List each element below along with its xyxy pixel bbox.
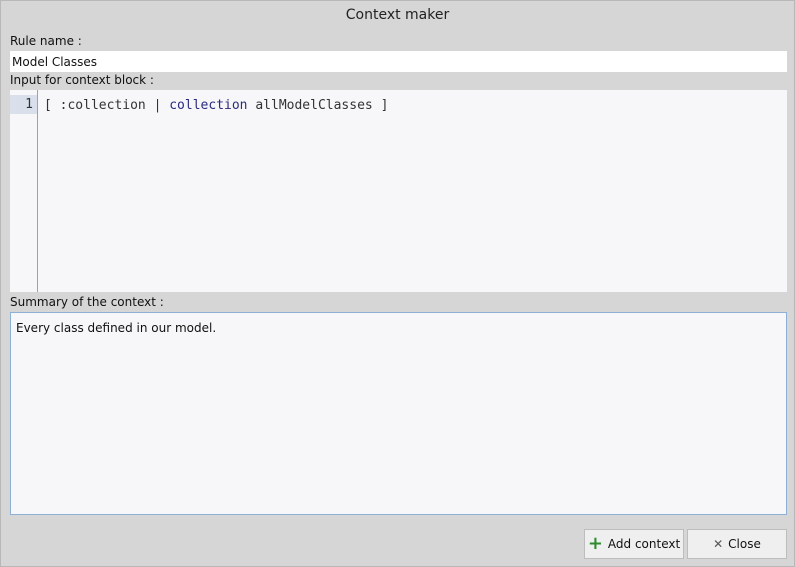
code-token-message: allModelClasses ]	[247, 98, 389, 113]
code-area[interactable]: [ :collection | collection allModelClass…	[38, 90, 787, 292]
plus-icon: +	[587, 533, 603, 554]
summary-label: Summary of the context :	[10, 295, 164, 309]
line-number-gutter: 1	[10, 90, 38, 292]
close-icon: ✕	[713, 537, 724, 551]
window-title: Context maker	[345, 7, 450, 23]
close-label: Close	[728, 537, 761, 551]
context-code-editor[interactable]: 1 [ :collection | collection allModelCla…	[10, 90, 787, 292]
add-context-button[interactable]: + Add context	[584, 529, 684, 559]
code-line: [ :collection | collection allModelClass…	[44, 96, 388, 115]
line-number: 1	[10, 95, 37, 114]
context-maker-window: Context maker Rule name : Input for cont…	[0, 0, 795, 567]
summary-text: Every class defined in our model.	[16, 321, 217, 335]
close-button[interactable]: ✕ Close	[687, 529, 787, 559]
rule-name-label: Rule name :	[10, 34, 82, 48]
code-token-block-start: [ :collection |	[44, 98, 170, 113]
rule-name-input[interactable]	[10, 51, 787, 72]
add-context-label: Add context	[607, 537, 681, 551]
code-token-receiver: collection	[169, 98, 248, 113]
context-input-label: Input for context block :	[10, 73, 154, 87]
summary-text-area[interactable]: Every class defined in our model.	[10, 312, 787, 515]
